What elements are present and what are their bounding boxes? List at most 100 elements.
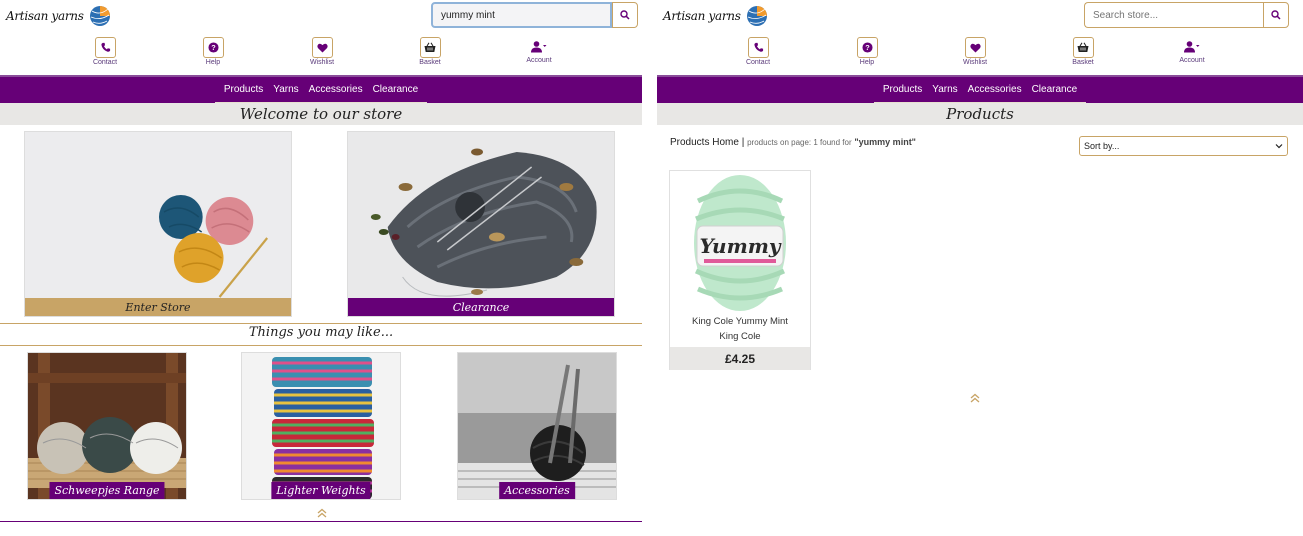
yarn-label-text: Yummy (699, 234, 781, 258)
accessories-tile[interactable]: Accessories (457, 352, 617, 500)
breadcrumb: Products Home | products on page: 1 foun… (670, 137, 916, 148)
search-button[interactable] (612, 2, 638, 28)
contact-label: Contact (745, 59, 771, 66)
basket-link[interactable]: Basket (410, 37, 450, 66)
enter-store-tile[interactable]: Enter Store (24, 131, 292, 317)
search-bar (1084, 2, 1289, 28)
nav-accessories[interactable]: Accessories (963, 84, 1027, 95)
basket-link[interactable]: Basket (1063, 37, 1103, 66)
logo-text: Artisan yarns (6, 9, 84, 23)
basket-label: Basket (419, 59, 441, 66)
page-title: Products (946, 105, 1014, 123)
basket-icon (1077, 42, 1089, 52)
nav-yarns[interactable]: Yarns (927, 84, 962, 95)
heart-icon (316, 43, 328, 53)
contact-icon-box (747, 37, 769, 58)
help-label: Help (205, 59, 221, 66)
wishlist-link[interactable]: Wishlist (955, 37, 995, 66)
header-icons: Contact ? Help Wishlist Basket Account (0, 37, 642, 73)
nav-yarns[interactable]: Yarns (268, 84, 303, 95)
help-icon: ? (207, 42, 219, 53)
accessories-label: Accessories (499, 482, 575, 499)
nav-accessories[interactable]: Accessories (304, 84, 368, 95)
breadcrumb-separator: | (741, 137, 745, 148)
help-link[interactable]: ? Help (193, 37, 233, 66)
account-icon-wrap (1182, 37, 1203, 56)
svg-text:?: ? (211, 43, 216, 52)
search-icon (1271, 10, 1281, 20)
product-brand: King Cole (719, 331, 761, 342)
header-icons: Contact ? Help Wishlist Basket Account (657, 37, 1303, 73)
search-query: "yummy mint" (854, 137, 916, 147)
account-label: Account (526, 57, 552, 64)
contact-link[interactable]: Contact (85, 37, 125, 66)
main-nav: Products Yarns Accessories Clearance (657, 75, 1303, 103)
search-input[interactable] (431, 2, 612, 28)
page-title-bar: Welcome to our store (0, 103, 642, 125)
results-count: products on page: 1 found for (747, 138, 852, 147)
scroll-to-top-icon[interactable] (969, 393, 981, 403)
contact-icon-box (94, 37, 116, 58)
nav-clearance[interactable]: Clearance (368, 84, 424, 95)
site-logo[interactable]: Artisan yarns (663, 4, 769, 28)
search-bar (431, 2, 638, 28)
account-icon (531, 40, 547, 52)
account-icon (1184, 40, 1200, 52)
yarn-ball-logo-icon (89, 6, 110, 26)
lighter-weights-label: Lighter Weights (271, 482, 371, 499)
account-link[interactable]: Account (519, 37, 559, 64)
account-link[interactable]: Account (1172, 37, 1212, 64)
nav-products[interactable]: Products (219, 84, 268, 95)
wishlist-label: Wishlist (309, 59, 335, 66)
footer-divider (0, 521, 642, 522)
schweepjes-range-tile[interactable]: Schweepjes Range (27, 352, 187, 500)
wishlist-icon-box (964, 37, 986, 58)
help-link[interactable]: ? Help (847, 37, 887, 66)
nav-items: Products Yarns Accessories Clearance (873, 77, 1087, 103)
page-title-bar: Products (657, 103, 1303, 125)
clearance-tile[interactable]: Clearance (347, 131, 615, 317)
left-store-page: Artisan yarns Contact ? Help Wishlist Ba… (0, 0, 642, 536)
help-icon: ? (861, 42, 873, 53)
breadcrumb-products-home[interactable]: Products Home (670, 137, 739, 148)
yarn-chair-image (28, 353, 186, 499)
lighter-weights-tile[interactable]: Lighter Weights (241, 352, 401, 500)
site-logo[interactable]: Artisan yarns (6, 4, 112, 28)
basket-label: Basket (1072, 59, 1094, 66)
product-name[interactable]: King Cole Yummy Mint (670, 316, 810, 327)
product-image: Yummy (670, 171, 810, 313)
knitting-needles-image (458, 353, 616, 499)
search-button[interactable] (1263, 2, 1289, 28)
logo-text: Artisan yarns (663, 9, 741, 23)
heart-icon (969, 43, 981, 53)
knitted-blanket-image (348, 132, 614, 300)
page-title: Welcome to our store (239, 105, 403, 123)
wishlist-label: Wishlist (962, 59, 988, 66)
sort-dropdown[interactable]: Sort by... (1079, 136, 1288, 156)
contact-link[interactable]: Contact (738, 37, 778, 66)
main-nav: Products Yarns Accessories Clearance (0, 75, 642, 103)
section-title: Things you may like... (248, 325, 394, 340)
wishlist-link[interactable]: Wishlist (302, 37, 342, 66)
nav-products[interactable]: Products (878, 84, 927, 95)
sort-selected-value: Sort by... (1084, 141, 1120, 151)
yarn-ball-logo-icon (746, 6, 767, 26)
nav-clearance[interactable]: Clearance (1027, 84, 1083, 95)
svg-text:?: ? (865, 43, 870, 52)
schweepjes-range-label: Schweepjes Range (49, 482, 165, 499)
product-price: £4.25 (670, 347, 810, 370)
product-card[interactable]: Yummy King Cole Yummy Mint King Cole £4.… (669, 170, 811, 370)
yummy-yarn-image: Yummy (670, 171, 810, 313)
chevron-down-icon (1275, 144, 1283, 149)
crochet-blankets-image (242, 353, 400, 499)
wishlist-icon-box (311, 37, 333, 58)
help-label: Help (859, 59, 875, 66)
account-label: Account (1179, 57, 1205, 64)
yarn-balls-image (25, 132, 291, 300)
basket-icon-box (1072, 37, 1094, 58)
scroll-to-top-icon[interactable] (316, 508, 328, 518)
right-search-results-page: Artisan yarns Contact ? Help Wishlist Ba… (657, 0, 1303, 536)
account-icon-wrap (529, 37, 550, 56)
search-input[interactable] (1084, 2, 1263, 28)
basket-icon-box (419, 37, 441, 58)
